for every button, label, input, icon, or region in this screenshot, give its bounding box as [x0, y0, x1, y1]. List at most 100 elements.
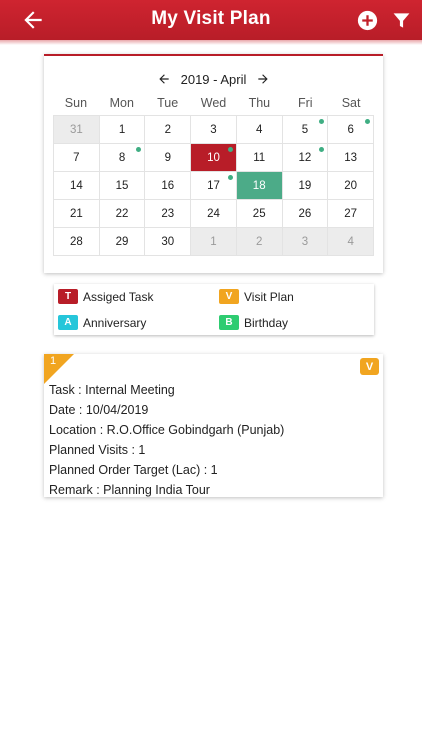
- legend-badge-anniversary: A: [58, 315, 78, 330]
- day-number: 13: [344, 151, 358, 164]
- visit-number: 1: [50, 355, 57, 367]
- day-number: 3: [301, 235, 309, 248]
- calendar-day[interactable]: 6: [328, 116, 374, 144]
- visit-card[interactable]: 1 V Task : Internal Meeting Date : 10/04…: [44, 354, 383, 497]
- calendar-day[interactable]: 3: [282, 228, 329, 256]
- month-navigation: 2019 - April: [44, 70, 383, 88]
- calendar-day[interactable]: 2: [236, 228, 283, 256]
- day-number: 6: [347, 123, 354, 136]
- legend: T Assiged Task V Visit Plan A Anniversar…: [54, 284, 374, 335]
- legend-badge-task: T: [58, 289, 78, 304]
- calendar-day[interactable]: 1: [191, 228, 237, 256]
- weekday-label: Sat: [341, 96, 361, 110]
- calendar-day[interactable]: 1: [99, 116, 146, 144]
- calendar-day[interactable]: 25: [236, 200, 283, 228]
- calendar-day[interactable]: 29: [99, 228, 146, 256]
- day-number: 28: [69, 235, 83, 248]
- event-dot: [136, 147, 142, 152]
- calendar-grid: 31 1 2 3 4 5 6 7 8 9 10 11 12 13 14 15 16 17 18 19 20 21 22 23 2…: [53, 115, 374, 256]
- event-dot: [319, 147, 325, 152]
- visit-order-target: Planned Order Target (Lac) : 1: [49, 463, 218, 477]
- app-bar-shadow: [0, 40, 422, 45]
- legend-badge-visit: V: [219, 289, 239, 304]
- visit-planned-visits: Planned Visits : 1: [49, 443, 146, 457]
- day-number: 4: [347, 235, 354, 248]
- calendar-day[interactable]: 15: [99, 172, 146, 200]
- event-dot: [319, 119, 325, 124]
- calendar-day[interactable]: 22: [99, 200, 146, 228]
- calendar-day[interactable]: 23: [145, 200, 192, 228]
- calendar-day[interactable]: 10: [191, 144, 237, 172]
- legend-item-assigned-task: T Assiged Task: [58, 289, 153, 304]
- day-number: 30: [161, 235, 175, 248]
- weekday-label: Mon: [109, 96, 134, 110]
- calendar-day[interactable]: 24: [191, 200, 237, 228]
- day-number: 3: [210, 123, 217, 136]
- calendar-day[interactable]: 4: [328, 228, 374, 256]
- legend-item-birthday: B Birthday: [219, 315, 288, 330]
- day-number: 5: [301, 123, 309, 136]
- calendar-day[interactable]: 17: [191, 172, 237, 200]
- calendar-day[interactable]: 20: [328, 172, 374, 200]
- filter-icon[interactable]: [392, 11, 411, 30]
- day-number: 2: [256, 235, 263, 248]
- calendar-day[interactable]: 9: [145, 144, 192, 172]
- calendar-day[interactable]: 26: [282, 200, 329, 228]
- month-label: 2019 - April: [180, 71, 247, 87]
- chevron-right-icon[interactable]: [256, 72, 270, 86]
- legend-item-anniversary: A Anniversary: [58, 315, 146, 330]
- calendar-day[interactable]: 14: [54, 172, 100, 200]
- weekday-label: Tue: [157, 96, 179, 110]
- day-number: 18: [252, 179, 266, 192]
- calendar-day[interactable]: 5: [282, 116, 329, 144]
- day-number: 1: [118, 123, 126, 136]
- day-number: 27: [344, 207, 358, 220]
- calendar-day[interactable]: 13: [328, 144, 374, 172]
- legend-item-visit-plan: V Visit Plan: [219, 289, 294, 304]
- day-number: 9: [164, 151, 171, 164]
- calendar-day[interactable]: 4: [236, 116, 283, 144]
- calendar-day[interactable]: 8: [99, 144, 146, 172]
- legend-label: Anniversary: [83, 315, 147, 330]
- day-number: 8: [118, 151, 126, 164]
- day-number: 1: [210, 235, 217, 248]
- visit-date: Date : 10/04/2019: [49, 403, 149, 417]
- calendar-day[interactable]: 3: [191, 116, 237, 144]
- calendar-day[interactable]: 2: [145, 116, 192, 144]
- calendar-day[interactable]: 12: [282, 144, 329, 172]
- app-bar: My Visit Plan: [0, 0, 422, 40]
- day-number: 21: [69, 207, 83, 220]
- add-circle-icon[interactable]: [357, 10, 378, 31]
- calendar-day[interactable]: 28: [54, 228, 100, 256]
- visit-type-badge: V: [360, 358, 379, 375]
- day-number: 25: [252, 207, 266, 220]
- calendar-day[interactable]: 11: [236, 144, 283, 172]
- calendar-day[interactable]: 21: [54, 200, 100, 228]
- legend-label: Visit Plan: [244, 289, 294, 304]
- calendar-day[interactable]: 18: [236, 172, 283, 200]
- calendar-day[interactable]: 19: [282, 172, 329, 200]
- day-number: 4: [256, 123, 263, 136]
- legend-badge-birthday: B: [219, 315, 239, 330]
- chevron-left-icon[interactable]: [157, 72, 171, 86]
- day-number: 14: [69, 179, 83, 192]
- day-number: 17: [207, 179, 220, 192]
- day-number: 12: [298, 151, 312, 164]
- day-number: 15: [115, 179, 129, 192]
- day-number: 22: [115, 207, 129, 220]
- event-dot: [227, 175, 233, 180]
- day-number: 19: [298, 179, 312, 192]
- calendar-day[interactable]: 31: [54, 116, 100, 144]
- event-dot: [365, 119, 370, 124]
- calendar-day[interactable]: 27: [328, 200, 374, 228]
- calendar-day[interactable]: 7: [54, 144, 100, 172]
- calendar-day[interactable]: 30: [145, 228, 192, 256]
- visit-details: Task : Internal Meeting Date : 10/04/201…: [49, 380, 284, 500]
- calendar-day[interactable]: 16: [145, 172, 192, 200]
- weekday-label: Thu: [248, 96, 271, 110]
- calendar-card: 2019 - April Sun Mon Tue Wed Thu Fri Sat 31 1 2 3…: [44, 54, 383, 273]
- visit-location: Location : R.O.Office Gobindgarh (Punjab…: [49, 423, 285, 437]
- weekday-header: Sun Mon Tue Wed Thu Fri Sat: [53, 96, 374, 110]
- day-number: 2: [164, 123, 171, 136]
- day-number: 23: [161, 207, 175, 220]
